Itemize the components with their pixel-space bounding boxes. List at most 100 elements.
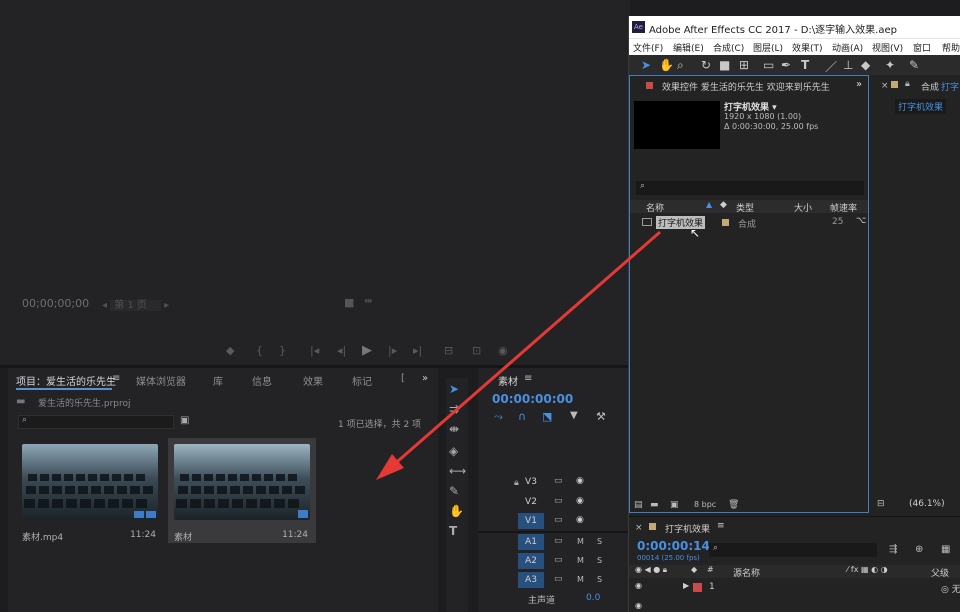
overwrite-icon[interactable]: ⊡ bbox=[472, 344, 481, 357]
column-name[interactable]: 名称 bbox=[646, 201, 664, 214]
pen-icon[interactable]: ✎ bbox=[449, 484, 459, 498]
flowchart-icon[interactable]: ⌥ bbox=[856, 216, 866, 226]
track-v2[interactable]: V2 bbox=[518, 494, 544, 510]
mute-button[interactable]: M bbox=[577, 556, 584, 565]
project-item-clip[interactable]: 素材.mp4 11:24 bbox=[16, 438, 164, 543]
zoom-tool-icon[interactable]: ⌕ bbox=[677, 58, 684, 73]
column-size[interactable]: 大小 bbox=[794, 201, 812, 214]
razor-icon[interactable]: ◈ bbox=[449, 444, 458, 458]
effect-controls-tab[interactable]: 效果控件 爱生活的乐先生 欢迎来到乐先生 bbox=[662, 80, 830, 93]
track-select-icon[interactable]: ⇉ bbox=[449, 402, 459, 416]
menu-layer[interactable]: 图层(L) bbox=[753, 41, 783, 54]
tab-markers[interactable]: 标记 bbox=[352, 373, 372, 388]
project-row[interactable]: 打字机效果 合成 25 ⌥ bbox=[630, 216, 868, 230]
sequence-tab[interactable]: 素材 bbox=[498, 373, 518, 388]
more-tabs-icon[interactable]: » bbox=[422, 373, 428, 384]
puppet-pin-icon[interactable]: ✎ bbox=[909, 58, 919, 72]
solo-button[interactable]: S bbox=[597, 575, 602, 584]
pan-behind-icon[interactable]: ⊞ bbox=[739, 58, 749, 72]
master-volume[interactable]: 0.0 bbox=[586, 593, 600, 603]
track-a3[interactable]: A3 bbox=[518, 572, 544, 588]
add-marker-icon[interactable]: ▼ bbox=[570, 410, 578, 421]
menu-animation[interactable]: 动画(A) bbox=[832, 41, 863, 54]
brush-tool-icon[interactable]: ／ bbox=[825, 58, 837, 75]
eraser-tool-icon[interactable]: ◆ bbox=[861, 58, 870, 72]
insert-icon[interactable]: ⊟ bbox=[444, 344, 453, 357]
comp-flowchart-icon[interactable]: ⇶ bbox=[889, 544, 897, 555]
menu-view[interactable]: 视图(V) bbox=[872, 41, 903, 54]
trash-icon[interactable]: 🗑︎ bbox=[728, 500, 739, 510]
zoom-level[interactable]: (46.1%) bbox=[909, 499, 945, 509]
ae-search-input[interactable]: ⌕ bbox=[636, 181, 864, 195]
timeline-timecode[interactable]: 00:00:00:00 bbox=[492, 392, 573, 406]
type-icon[interactable]: T bbox=[449, 524, 457, 538]
toggle-output-icon[interactable]: ▭ bbox=[554, 555, 563, 565]
solo-button[interactable]: S bbox=[597, 537, 602, 546]
more-tabs-icon[interactable]: » bbox=[856, 79, 862, 90]
menu-file[interactable]: 文件(F) bbox=[633, 41, 663, 54]
page-select[interactable]: ◂ 第 1 页 ▸ bbox=[102, 296, 188, 311]
slip-icon[interactable]: ⟷ bbox=[449, 464, 466, 478]
wrench-icon[interactable]: ⚒ bbox=[596, 410, 606, 423]
hand-icon[interactable]: ✋ bbox=[449, 504, 464, 518]
snap-icon[interactable]: ∩ bbox=[518, 410, 526, 423]
track-a2[interactable]: A2 bbox=[518, 553, 544, 569]
menu-effect[interactable]: 效果(T) bbox=[792, 41, 823, 54]
type-tool-icon[interactable]: T bbox=[801, 58, 809, 72]
play-icon[interactable]: ▶ bbox=[362, 343, 372, 358]
column-type[interactable]: 类型 bbox=[736, 201, 754, 214]
tab-media-browser[interactable]: 媒体浏览器 bbox=[136, 373, 186, 388]
tab-libraries[interactable]: 库 bbox=[213, 373, 223, 388]
tab-project[interactable]: 项目：爱生活的乐先生 bbox=[16, 373, 116, 388]
project-search-input[interactable]: ⌕ bbox=[18, 415, 174, 429]
column-fps[interactable]: 帧速率 bbox=[830, 201, 857, 214]
eye-icon[interactable]: ◉ bbox=[576, 496, 584, 506]
in-point-icon[interactable]: { bbox=[256, 344, 263, 357]
settings-icon[interactable]: ⇹ bbox=[364, 296, 372, 307]
track-v3[interactable]: V3 bbox=[518, 474, 544, 490]
track-a1[interactable]: A1 bbox=[518, 534, 544, 550]
source-name-column[interactable]: 源名称 bbox=[733, 566, 760, 579]
new-folder-icon[interactable]: ▬ bbox=[650, 500, 659, 510]
nest-icon[interactable]: ⤳ bbox=[494, 410, 503, 424]
go-to-out-icon[interactable]: ▸| bbox=[413, 344, 422, 357]
project-item-sequence[interactable]: 素材 11:24 bbox=[168, 438, 316, 543]
mute-button[interactable]: M bbox=[577, 575, 584, 584]
selection-tool-icon[interactable]: ➤ bbox=[641, 58, 651, 72]
hand-tool-icon[interactable]: ✋ bbox=[659, 58, 674, 72]
track-v1[interactable]: V1 bbox=[518, 513, 544, 529]
eye-icon[interactable]: ◉ bbox=[576, 515, 584, 525]
marker-icon[interactable]: ◆ bbox=[226, 344, 234, 357]
ae-current-time[interactable]: 0:00:00:14 bbox=[637, 539, 710, 553]
selection-tool-icon[interactable]: ➤ bbox=[449, 382, 459, 396]
parent-column[interactable]: 父级 bbox=[931, 566, 949, 579]
ae-timeline-search[interactable]: ⌕ bbox=[709, 543, 877, 557]
tab-info[interactable]: 信息 bbox=[252, 373, 272, 388]
toggle-output-icon[interactable]: ▭ bbox=[554, 574, 563, 584]
layer-row[interactable]: ◉ ▶ 1 ◎ 无 bbox=[629, 581, 960, 595]
comp-panel-tab-more[interactable]: 打字 bbox=[941, 80, 959, 93]
toggle-output-icon[interactable]: ▭ bbox=[554, 496, 563, 506]
eye-icon[interactable]: ◉ bbox=[576, 476, 584, 486]
bpc-label[interactable]: 8 bpc bbox=[694, 500, 716, 509]
timeline-tab[interactable]: 打字机效果 bbox=[665, 522, 710, 535]
rect-tool-icon[interactable]: ▭ bbox=[763, 58, 774, 72]
step-back-icon[interactable]: ◂| bbox=[337, 344, 346, 357]
mute-button[interactable]: M bbox=[577, 537, 584, 546]
interpret-footage-icon[interactable]: ▤ bbox=[634, 500, 643, 510]
ripple-edit-icon[interactable]: ⇼ bbox=[449, 422, 459, 436]
camera-tool-icon[interactable]: ■ bbox=[719, 58, 730, 72]
shy-icon[interactable]: ▦ bbox=[941, 544, 950, 555]
rotate-tool-icon[interactable]: ↻ bbox=[701, 58, 711, 72]
program-timecode[interactable]: 00;00;00;00 bbox=[22, 297, 89, 310]
comp-panel-tab[interactable]: 合成 bbox=[921, 80, 939, 93]
tab-overflow[interactable]: [ bbox=[401, 373, 405, 384]
region-icon[interactable]: ⊟ bbox=[877, 499, 885, 509]
go-to-in-icon[interactable]: |◂ bbox=[310, 344, 319, 357]
eye-icon[interactable]: ◉ bbox=[635, 581, 642, 590]
out-point-icon[interactable]: } bbox=[279, 344, 286, 357]
solo-button[interactable]: S bbox=[597, 556, 602, 565]
clone-stamp-icon[interactable]: ⊥ bbox=[843, 58, 853, 72]
new-bin-icon[interactable]: ▣ bbox=[180, 415, 189, 426]
tab-effects[interactable]: 效果 bbox=[303, 373, 323, 388]
